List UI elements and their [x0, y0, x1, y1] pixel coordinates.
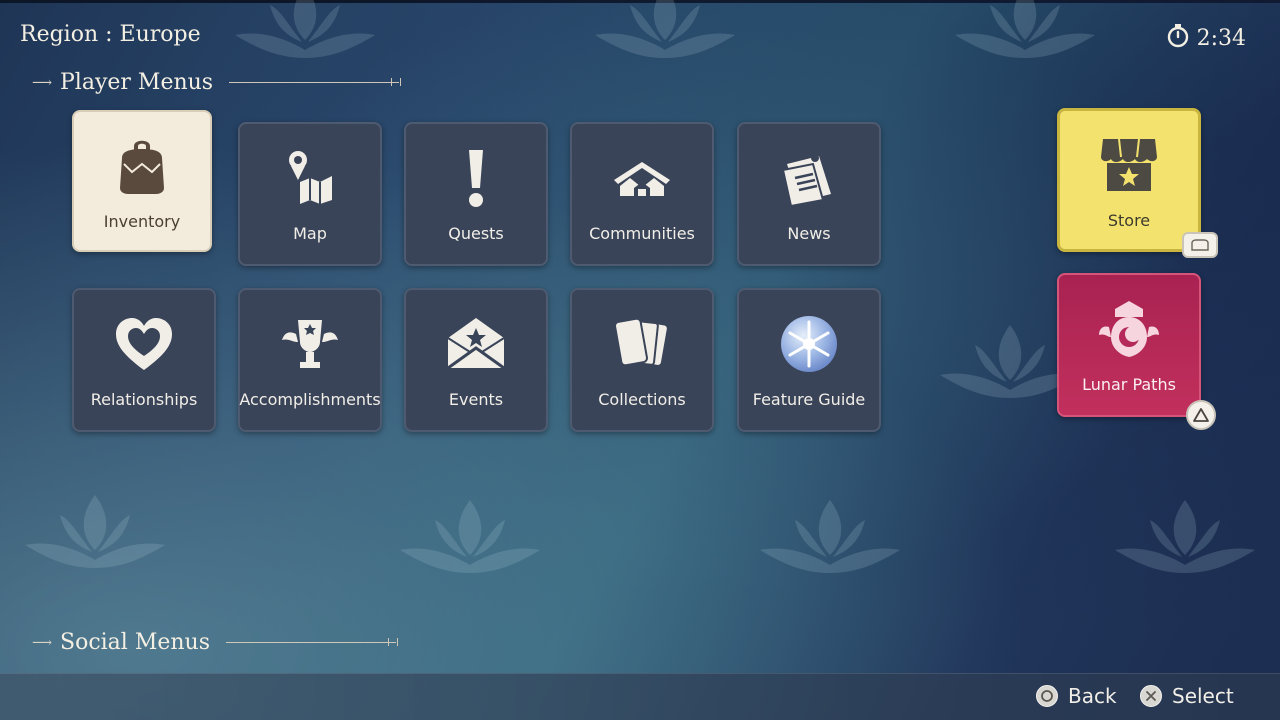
menu-tile-accomplishments[interactable]: Accomplishments — [238, 288, 382, 432]
tile-label: Quests — [448, 224, 504, 243]
snowflake-orb-icon — [777, 312, 841, 376]
section-arrow-icon: ⟶ — [32, 74, 53, 91]
section-title: Social Menus — [60, 630, 210, 655]
lotus-decoration — [755, 495, 905, 575]
stopwatch-icon — [1165, 22, 1191, 54]
tile-label: Store — [1107, 211, 1151, 230]
tile-label: Map — [293, 224, 327, 243]
tile-label: Communities — [589, 224, 695, 243]
trophy-icon — [278, 312, 342, 376]
lotus-decoration — [950, 0, 1100, 60]
menu-tile-collections[interactable]: Collections — [570, 288, 714, 432]
lotus-decoration — [20, 490, 170, 570]
houses-icon — [610, 146, 674, 210]
tile-label: Relationships — [90, 390, 198, 409]
moon-crest-icon — [1097, 297, 1161, 361]
section-divider — [229, 78, 402, 86]
lotus-decoration — [395, 495, 545, 575]
circle-button-icon — [1036, 685, 1058, 707]
side-tile-lunar-paths[interactable]: Lunar Paths — [1057, 273, 1201, 417]
tile-label: Events — [448, 390, 504, 409]
lotus-decoration — [590, 0, 740, 60]
triangle-button-icon — [1186, 400, 1216, 430]
timer-value: 2:34 — [1196, 25, 1246, 51]
newspaper-icon — [777, 146, 841, 210]
back-label: Back — [1068, 684, 1117, 708]
tile-label: Feature Guide — [752, 390, 866, 409]
cross-button-icon — [1140, 685, 1162, 707]
menu-tile-communities[interactable]: Communities — [570, 122, 714, 266]
menu-tile-relationships[interactable]: Relationships — [72, 288, 216, 432]
region-label: Region : Europe — [20, 22, 201, 47]
back-hint[interactable]: Back — [1036, 684, 1117, 708]
section-divider — [226, 638, 398, 646]
envelope-star-icon — [444, 312, 508, 376]
tile-label: News — [787, 224, 831, 243]
section-arrow-icon: ⟶ — [32, 634, 53, 651]
cards-icon — [610, 312, 674, 376]
side-tile-store[interactable]: Store — [1057, 108, 1201, 252]
menu-tile-events[interactable]: Events — [404, 288, 548, 432]
tile-label: Inventory — [103, 212, 181, 231]
menu-tile-inventory[interactable]: Inventory — [72, 110, 212, 252]
lotus-decoration — [230, 0, 380, 60]
menu-tile-feature-guide[interactable]: Feature Guide — [737, 288, 881, 432]
map-icon — [278, 146, 342, 210]
menu-tile-map[interactable]: Map — [238, 122, 382, 266]
backpack-icon — [110, 134, 174, 198]
heart-icon — [112, 312, 176, 376]
section-title: Player Menus — [60, 70, 214, 95]
top-border — [0, 0, 1280, 3]
menu-tile-quests[interactable]: Quests — [404, 122, 548, 266]
menu-tile-news[interactable]: News — [737, 122, 881, 266]
tile-label: Lunar Paths — [1082, 375, 1176, 394]
footer-bar: Back Select — [0, 673, 1280, 720]
section-header-player-menus: ⟶ Player Menus — [32, 70, 402, 95]
timer: 2:34 — [1165, 22, 1246, 54]
shoulder-button-icon — [1182, 232, 1218, 258]
select-label: Select — [1172, 684, 1234, 708]
lotus-decoration — [1110, 495, 1260, 575]
exclamation-icon — [444, 146, 508, 210]
tile-label: Accomplishments — [239, 390, 381, 409]
tile-label: Collections — [598, 390, 686, 409]
select-hint[interactable]: Select — [1140, 684, 1234, 708]
shop-icon — [1097, 133, 1161, 197]
section-header-social-menus: ⟶ Social Menus — [32, 630, 398, 655]
